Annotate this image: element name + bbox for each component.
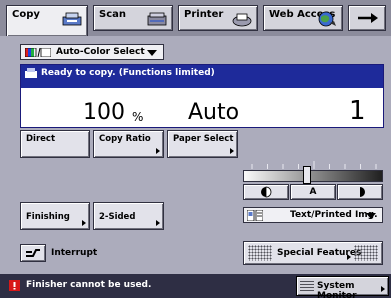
next-function-button[interactable] bbox=[348, 5, 386, 31]
paper-select-button-label: Paper Select bbox=[173, 134, 234, 144]
two-sided-button[interactable]: 2-Sided bbox=[93, 202, 164, 230]
copy-ratio-value: 100 bbox=[83, 100, 125, 125]
system-status-bar: Finisher cannot be used. System Monitor bbox=[0, 274, 391, 298]
copy-quantity-value: 1 bbox=[349, 96, 366, 126]
original-type-value: Text/Printed Img. bbox=[290, 210, 378, 220]
color-mode-icon bbox=[25, 48, 51, 57]
direct-button-label: Direct bbox=[26, 134, 56, 144]
original-type-icon bbox=[247, 210, 263, 221]
interrupt-label: Interrupt bbox=[51, 248, 98, 258]
density-scale-ticks bbox=[251, 161, 377, 169]
paper-select-button[interactable]: Paper Select bbox=[167, 130, 238, 158]
system-monitor-label: System Monitor bbox=[317, 281, 357, 298]
tab-scan-label: Scan bbox=[99, 9, 126, 20]
copy-screen: Copy Scan Printer Web Access Auto-Color … bbox=[0, 0, 391, 298]
tab-printer[interactable]: Printer bbox=[178, 5, 258, 31]
color-mode-value: Auto-Color Select bbox=[56, 47, 145, 57]
density-auto-label: A bbox=[309, 187, 317, 197]
half-circle-left-icon bbox=[261, 186, 272, 198]
special-features-pattern-right bbox=[354, 245, 378, 261]
tab-copy-label: Copy bbox=[12, 9, 40, 20]
finishing-button[interactable]: Finishing bbox=[20, 202, 90, 230]
globe-icon bbox=[318, 11, 336, 27]
copier-icon bbox=[62, 12, 82, 26]
submenu-arrow-icon bbox=[156, 220, 160, 226]
tab-scan[interactable]: Scan bbox=[93, 5, 173, 31]
arrow-right-icon bbox=[358, 13, 378, 23]
chevron-down-icon bbox=[366, 213, 376, 219]
direct-button[interactable]: Direct bbox=[20, 130, 90, 158]
function-tab-bar: Copy Scan Printer Web Access bbox=[0, 0, 391, 36]
submenu-arrow-icon bbox=[347, 254, 351, 260]
tab-web-access[interactable]: Web Access bbox=[263, 5, 343, 31]
warning-icon bbox=[9, 280, 20, 291]
system-monitor-button[interactable]: System Monitor bbox=[296, 276, 389, 298]
paper-size-value: Auto bbox=[188, 100, 240, 125]
copy-status-display: Ready to copy. (Functions limited) 100 %… bbox=[20, 64, 384, 128]
density-slider[interactable] bbox=[243, 170, 383, 182]
copy-ratio-button-label: Copy Ratio bbox=[99, 134, 151, 144]
submenu-arrow-icon bbox=[230, 148, 234, 154]
copier-status-icon bbox=[25, 68, 37, 78]
density-lighter-button[interactable] bbox=[243, 184, 289, 200]
density-slider-handle[interactable] bbox=[303, 166, 311, 184]
monitor-icon bbox=[300, 281, 314, 291]
color-mode-select[interactable]: Auto-Color Select bbox=[20, 44, 164, 60]
special-features-pattern-left bbox=[248, 245, 272, 261]
original-type-select[interactable]: Text/Printed Img. bbox=[243, 207, 383, 223]
interrupt-icon bbox=[26, 249, 40, 257]
copy-settings-panel: Auto-Color Select Ready to copy. (Functi… bbox=[0, 36, 391, 274]
two-sided-button-label: 2-Sided bbox=[99, 212, 136, 222]
status-bar-message: Finisher cannot be used. bbox=[26, 280, 152, 290]
status-header: Ready to copy. (Functions limited) bbox=[21, 65, 383, 88]
submenu-arrow-icon bbox=[156, 148, 160, 154]
density-darker-button[interactable] bbox=[337, 184, 383, 200]
chevron-down-icon bbox=[147, 50, 157, 56]
interrupt-button[interactable] bbox=[20, 244, 46, 262]
status-message: Ready to copy. (Functions limited) bbox=[41, 68, 215, 78]
copy-ratio-unit: % bbox=[132, 110, 144, 124]
half-circle-right-icon bbox=[360, 187, 365, 197]
submenu-arrow-icon bbox=[381, 286, 385, 292]
scanner-icon bbox=[147, 12, 167, 26]
special-features-button[interactable]: Special Features bbox=[243, 241, 383, 265]
tab-printer-label: Printer bbox=[184, 9, 224, 20]
finishing-button-label: Finishing bbox=[26, 212, 70, 222]
printer-icon bbox=[232, 13, 252, 27]
submenu-arrow-icon bbox=[82, 220, 86, 226]
copy-ratio-button[interactable]: Copy Ratio bbox=[93, 130, 164, 158]
density-auto-button[interactable]: A bbox=[290, 184, 336, 200]
tab-copy[interactable]: Copy bbox=[6, 5, 88, 36]
